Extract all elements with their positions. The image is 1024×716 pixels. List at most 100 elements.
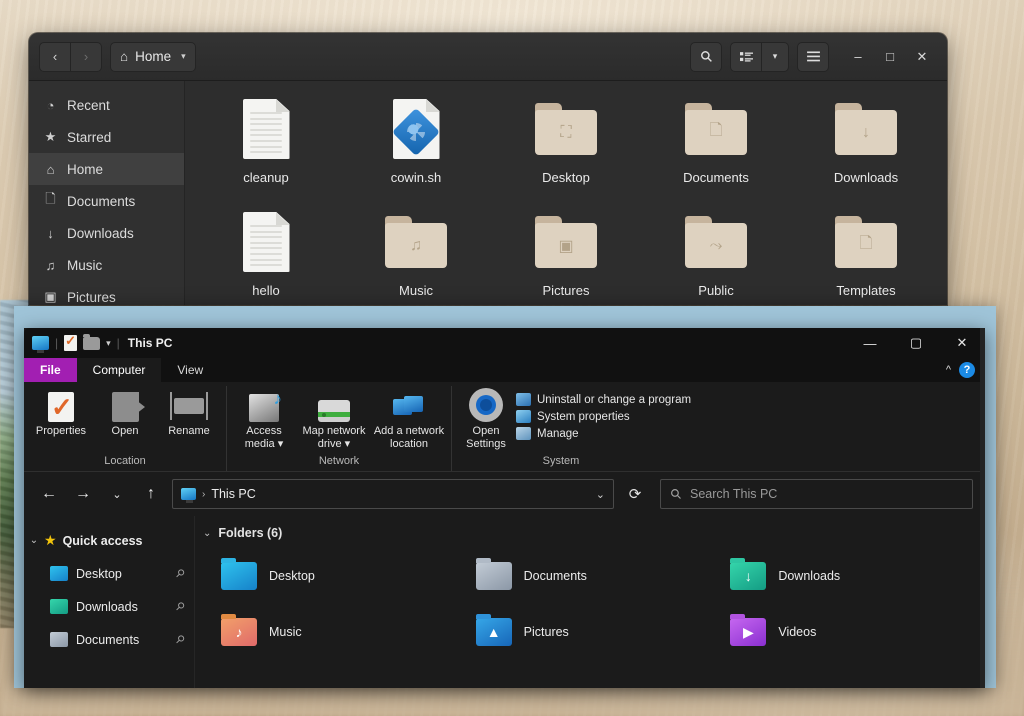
maximize-button[interactable]: □ — [875, 43, 905, 71]
nav-item-downloads[interactable]: Downloads ⚲ — [24, 590, 194, 623]
uninstall-or-change-a-program-button[interactable]: Uninstall or change a program — [516, 393, 691, 406]
search-input[interactable]: Search This PC — [660, 479, 973, 509]
folder-item[interactable]: Documents — [476, 548, 731, 604]
list-view-icon[interactable] — [730, 42, 762, 72]
rename-button[interactable]: Rename — [158, 390, 220, 438]
system-properties-button[interactable]: System properties — [516, 410, 691, 423]
minimize-button[interactable]: – — [843, 43, 873, 71]
pin-icon[interactable]: ⚲ — [173, 566, 188, 581]
manage-button[interactable]: Manage — [516, 427, 691, 440]
sidebar-item-music[interactable]: ♫Music — [29, 249, 184, 281]
folder-documents-icon — [476, 562, 512, 590]
file-item[interactable]: cowin.sh — [346, 93, 486, 206]
folder-item[interactable]: ↓Downloads — [730, 548, 985, 604]
refresh-icon[interactable]: ⟳ — [622, 481, 648, 507]
content-pane: ⌄ Folders (6) DesktopDocuments↓Downloads… — [195, 516, 985, 688]
open-button[interactable]: Open — [94, 390, 156, 438]
chevron-down-icon[interactable]: ⌄ — [596, 488, 605, 501]
file-item[interactable]: hello — [196, 206, 336, 305]
close-button[interactable]: ✕ — [907, 43, 937, 71]
open-settings-button[interactable]: Open Settings — [458, 390, 514, 450]
close-button[interactable]: ✕ — [939, 328, 985, 358]
folder-item[interactable]: ♪Music — [221, 604, 476, 660]
file-item-label: cowin.sh — [346, 170, 486, 185]
nav-item-label: Downloads — [76, 600, 138, 614]
system-properties-label: System properties — [537, 411, 630, 423]
address-bar[interactable]: › This PC ⌄ — [172, 479, 614, 509]
star-icon: ★ — [43, 129, 58, 145]
chevron-down-icon[interactable]: ⌄ — [24, 535, 44, 546]
hamburger-menu-icon[interactable] — [797, 42, 829, 72]
add-network-location-button[interactable]: Add a network location — [373, 390, 445, 450]
navigation-pane: ⌄★Quick accessDesktop⚲Downloads⚲Document… — [24, 516, 195, 688]
system-small-commands: Uninstall or change a program System pro… — [516, 390, 691, 440]
search-icon[interactable] — [690, 42, 722, 72]
sidebar-item-home[interactable]: ⌂Home — [29, 153, 184, 185]
shell-script-icon — [346, 93, 486, 165]
file-item[interactable]: ⛶Desktop — [496, 93, 636, 206]
file-item[interactable]: 🗋Templates — [796, 206, 936, 305]
folder-item[interactable]: ▲Pictures — [476, 604, 731, 660]
collapse-ribbon-icon[interactable]: ^ — [946, 364, 951, 376]
sidebar-item-documents[interactable]: 🗋Documents — [29, 185, 184, 217]
back-button[interactable]: ← — [36, 481, 62, 507]
file-item[interactable]: ♫Music — [346, 206, 486, 305]
sidebar-item-recent[interactable]: ◔Recent — [29, 89, 184, 121]
uninstall-label: Uninstall or change a program — [537, 394, 691, 406]
home-icon: ⌂ — [43, 162, 58, 177]
forward-button[interactable]: → — [70, 481, 96, 507]
chevron-down-icon[interactable]: ▾ — [181, 51, 186, 62]
folder-item-label: Downloads — [778, 569, 840, 583]
sidebar-item-downloads[interactable]: ↓Downloads — [29, 217, 184, 249]
access-media-button[interactable]: Access media ▾ — [233, 390, 295, 450]
pin-icon[interactable]: ⚲ — [173, 599, 188, 614]
ribbon-group-network: Access media ▾ Map network drive ▾ Add a… — [226, 386, 451, 471]
recent-locations-button[interactable]: ⌄ — [104, 481, 130, 507]
map-network-drive-label: Map network drive ▾ — [297, 425, 371, 450]
file-item[interactable]: ↓Downloads — [796, 93, 936, 206]
nav-item-quick-access[interactable]: ⌄★Quick access — [24, 524, 194, 557]
explorer-window-controls: — ▢ ✕ — [847, 328, 985, 358]
chevron-down-icon[interactable]: ▾ — [106, 338, 111, 349]
explorer-body: ⌄★Quick accessDesktop⚲Downloads⚲Document… — [24, 516, 985, 688]
file-item[interactable]: cleanup — [196, 93, 336, 206]
help-icon[interactable]: ? — [959, 362, 975, 378]
folder-item[interactable]: ▶Videos — [730, 604, 985, 660]
ribbon-group-system-items: Open Settings Uninstall or change a prog… — [458, 386, 979, 455]
file-item-label: cleanup — [196, 170, 336, 185]
music-icon: ♫ — [43, 258, 58, 273]
tab-computer[interactable]: Computer — [77, 358, 162, 382]
nav-item-desktop[interactable]: Desktop⚲ — [24, 557, 194, 590]
clock-icon: ◔ — [43, 98, 58, 113]
forward-button[interactable]: › — [71, 42, 102, 72]
maximize-button[interactable]: ▢ — [893, 328, 939, 358]
vertical-scrollbar[interactable] — [980, 328, 985, 688]
properties-icon[interactable] — [64, 335, 77, 351]
chevron-down-icon[interactable]: ▾ — [762, 42, 789, 72]
properties-button[interactable]: Properties — [30, 390, 92, 438]
ribbon-group-system: Open Settings Uninstall or change a prog… — [451, 386, 985, 471]
folder-icon[interactable] — [83, 337, 100, 350]
tab-view[interactable]: View — [161, 358, 219, 382]
file-item[interactable]: 🗋Documents — [646, 93, 786, 206]
tab-file[interactable]: File — [24, 358, 77, 382]
this-pc-icon[interactable] — [32, 336, 49, 350]
back-button[interactable]: ‹ — [39, 42, 71, 72]
sidebar-item-pictures[interactable]: ▣Pictures — [29, 281, 184, 305]
map-network-drive-button[interactable]: Map network drive ▾ — [297, 390, 371, 450]
manage-label: Manage — [537, 428, 579, 440]
nav-item-documents[interactable]: Documents⚲ — [24, 623, 194, 656]
minimize-button[interactable]: — — [847, 328, 893, 358]
sidebar-item-starred[interactable]: ★Starred — [29, 121, 184, 153]
file-item[interactable]: ▣Pictures — [496, 206, 636, 305]
file-item[interactable]: ⤳Public — [646, 206, 786, 305]
sidebar-item-label: Downloads — [67, 226, 134, 241]
properties-icon — [48, 390, 74, 422]
folders-section-header[interactable]: ⌄ Folders (6) — [195, 526, 985, 540]
add-network-location-icon — [393, 390, 425, 422]
up-button[interactable]: ↑ — [138, 481, 164, 507]
chevron-down-icon[interactable]: ⌄ — [203, 528, 211, 539]
path-bar-home[interactable]: ⌂ Home ▾ — [110, 42, 196, 72]
pin-icon[interactable]: ⚲ — [173, 632, 188, 647]
folder-item[interactable]: Desktop — [221, 548, 476, 604]
